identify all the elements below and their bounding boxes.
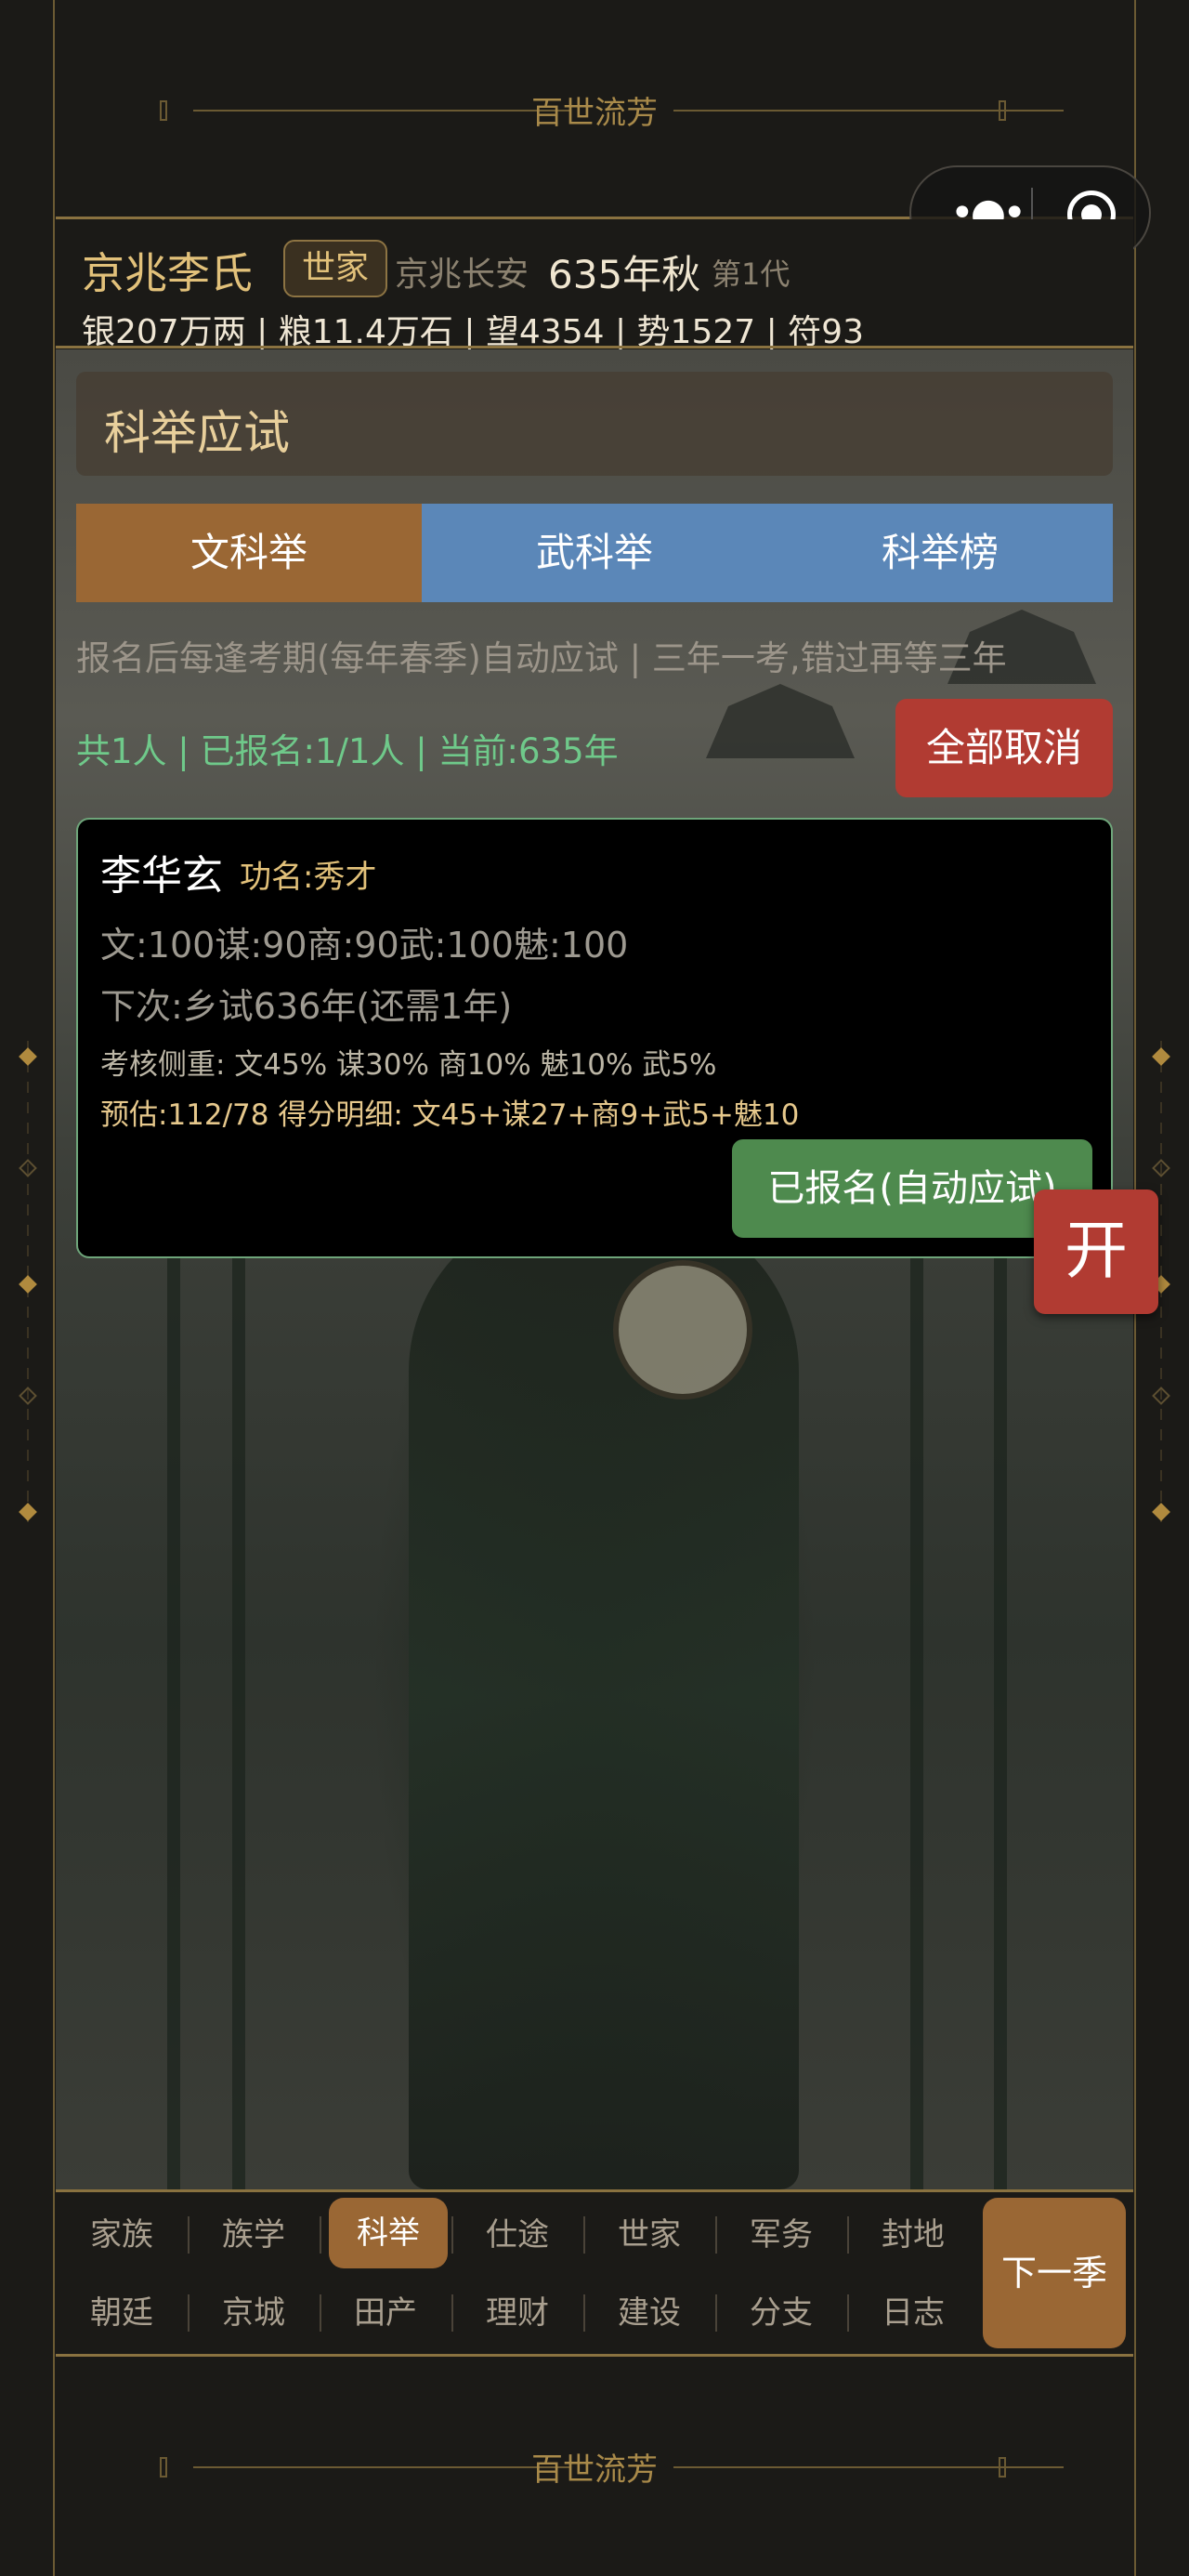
side-ornament-left	[19, 1041, 37, 1524]
section-title: 科举应试	[76, 372, 1113, 476]
nav-item-log[interactable]: 日志	[847, 2278, 979, 2348]
cancel-all-button[interactable]: 全部取消	[895, 699, 1113, 797]
nav-item-career[interactable]: 仕途	[451, 2200, 583, 2270]
nav-item-noble-families[interactable]: 世家	[583, 2200, 715, 2270]
candidate-rank: 功名:秀才	[240, 859, 377, 896]
nav-item-exam[interactable]: 科举	[329, 2198, 448, 2268]
candidate-attributes: 文:100谋:90商:90武:100魅:100	[100, 925, 629, 966]
tab-military-exam[interactable]: 武科举	[422, 504, 767, 602]
location: 京兆长安	[395, 256, 529, 294]
nav-item-branches[interactable]: 分支	[715, 2278, 847, 2348]
exam-panel: 科举应试 文科举 武科举 科举榜 报名后每逢考期(每年春季)自动应试 | 三年一…	[56, 349, 1133, 2189]
candidate-name: 李华玄	[100, 852, 223, 900]
clan-name: 京兆李氏	[82, 248, 253, 298]
exam-weights: 考核侧重: 文45% 谋30% 商10% 魅10% 武5%	[100, 1048, 717, 1082]
nav-item-capital[interactable]: 京城	[188, 2278, 320, 2348]
bottom-nav: 家族 族学 科举 仕途 世家 军务 封地 朝廷 京城 田产 理财 建设 分支 日…	[56, 2189, 1133, 2357]
game-page: 百世流芳 •●• 京兆李氏 世家 京兆长安 635年秋 第1代 银207万两 |…	[0, 0, 1189, 2576]
nav-item-fief[interactable]: 封地	[847, 2200, 979, 2270]
open-float-button[interactable]: 开	[1034, 1189, 1158, 1314]
nav-item-court[interactable]: 朝廷	[56, 2278, 188, 2348]
signup-counter: 共1人 | 已报名:1/1人 | 当前:635年	[76, 731, 619, 771]
exam-notice: 报名后每逢考期(每年春季)自动应试 | 三年一考,错过再等三年	[76, 638, 1007, 678]
bottom-banner: 百世流芳	[56, 2357, 1133, 2576]
nav-item-construction[interactable]: 建设	[583, 2278, 715, 2348]
next-season-button[interactable]: 下一季	[983, 2198, 1126, 2348]
next-exam: 下次:乡试636年(还需1年)	[100, 986, 513, 1027]
current-date: 635年秋	[548, 252, 701, 297]
background-fan	[613, 1260, 752, 1400]
nav-item-family[interactable]: 家族	[56, 2200, 188, 2270]
generation: 第1代	[712, 256, 790, 292]
clan-badge: 世家	[283, 240, 387, 297]
frame-left-line	[53, 0, 55, 2576]
nav-item-military[interactable]: 军务	[715, 2200, 847, 2270]
tab-civil-exam[interactable]: 文科举	[76, 504, 422, 602]
score-estimate: 预估:112/78 得分明细: 文45+谋27+商9+武5+魅10	[100, 1098, 800, 1132]
background-pavilion	[706, 684, 855, 758]
nav-item-finance[interactable]: 理财	[451, 2278, 583, 2348]
clan-header: 京兆李氏 世家 京兆长安 635年秋 第1代 银207万两 | 粮11.4万石 …	[56, 219, 1133, 351]
exam-tabs: 文科举 武科举 科举榜	[76, 504, 1113, 602]
nav-item-estates[interactable]: 田产	[320, 2278, 451, 2348]
tab-exam-ranking[interactable]: 科举榜	[767, 504, 1113, 602]
candidate-card: 李华玄 功名:秀才 文:100谋:90商:90武:100魅:100 下次:乡试6…	[76, 818, 1113, 1258]
nav-item-clan-school[interactable]: 族学	[188, 2200, 320, 2270]
